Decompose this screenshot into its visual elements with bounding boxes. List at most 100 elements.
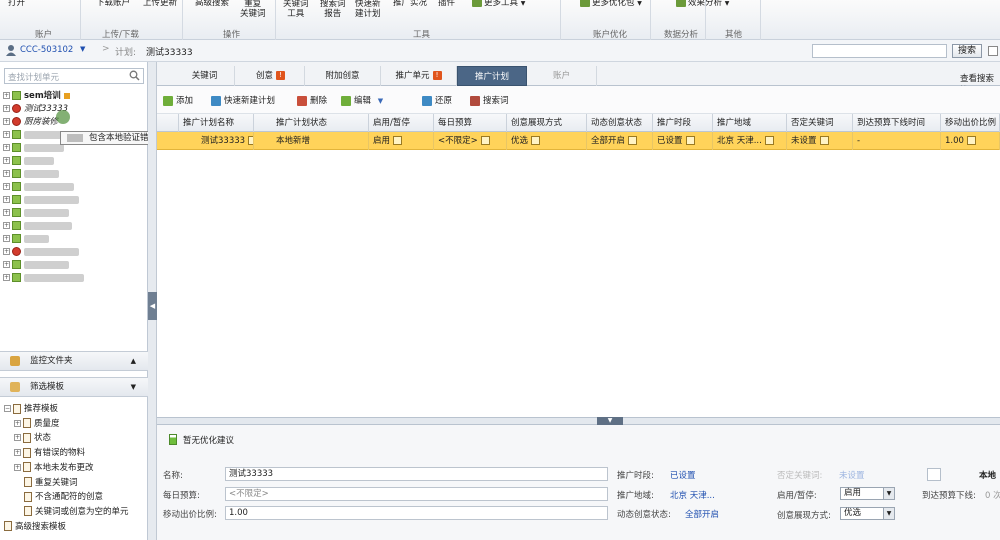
- expand-icon[interactable]: +: [3, 157, 10, 164]
- tree-item[interactable]: +: [3, 207, 69, 219]
- horizontal-splitter[interactable]: [157, 417, 1000, 425]
- column-header[interactable]: 推广地域: [713, 114, 787, 132]
- template-item[interactable]: 关键词或创意为空的单元: [24, 505, 129, 519]
- edit-dropdown-icon[interactable]: ▼: [378, 97, 383, 105]
- tree-item[interactable]: +: [3, 233, 49, 245]
- table-cell[interactable]: 优选: [507, 132, 587, 150]
- ribbon-button[interactable]: 搜索词 报告: [320, 0, 346, 19]
- ribbon-button[interactable]: 上传更新: [143, 0, 177, 8]
- tree-item[interactable]: +: [3, 259, 69, 271]
- expand-icon[interactable]: +: [14, 449, 21, 457]
- quick-new-plan-button[interactable]: 快速新建计划: [211, 94, 275, 106]
- template-item[interactable]: + 质量度: [14, 417, 60, 431]
- monitor-folder-header[interactable]: 监控文件夹 ▲: [0, 351, 148, 371]
- table-cell[interactable]: 本地新增: [272, 132, 369, 150]
- select-all-column[interactable]: [157, 114, 179, 132]
- filter-templates-header[interactable]: 筛选模板 ▼: [0, 377, 148, 397]
- expand-icon[interactable]: +: [3, 261, 10, 268]
- expand-icon[interactable]: +: [3, 248, 10, 255]
- table-cell[interactable]: <不限定>: [434, 132, 507, 150]
- search-words-button[interactable]: 搜索词: [470, 94, 509, 106]
- tab-item[interactable]: 创意!: [237, 66, 305, 86]
- template-item[interactable]: + 本地未发布更改: [14, 461, 94, 475]
- table-cell[interactable]: 未设置: [787, 132, 853, 150]
- table-row[interactable]: 测试33333 本地新增 启用 <不限定> 优选 全部开启 已设置 北京 天津... 未设置 - 1…: [157, 132, 1000, 150]
- tree-item[interactable]: +: [3, 272, 84, 284]
- global-search-button[interactable]: 搜索: [952, 44, 982, 58]
- ribbon-button[interactable]: 打开: [8, 0, 25, 8]
- expand-icon[interactable]: +: [3, 222, 10, 229]
- tree-item[interactable]: + 厨房装修: [3, 116, 58, 128]
- column-header[interactable]: 每日预算: [434, 114, 507, 132]
- global-search-input[interactable]: [812, 44, 947, 58]
- negative-keyword-value[interactable]: 未设置: [839, 469, 865, 481]
- column-header[interactable]: 动态创意状态: [587, 114, 653, 132]
- expand-icon[interactable]: +: [3, 144, 10, 151]
- tab-item[interactable]: 关键词: [175, 66, 235, 86]
- expand-icon[interactable]: +: [3, 131, 10, 138]
- expand-icon[interactable]: −: [4, 405, 11, 412]
- column-header[interactable]: 推广计划名称: [179, 114, 254, 132]
- ribbon-button[interactable]: 推广实况: [393, 0, 427, 8]
- expand-icon[interactable]: +: [3, 105, 10, 112]
- table-cell[interactable]: 北京 天津...: [713, 132, 787, 150]
- expand-icon[interactable]: +: [14, 434, 21, 442]
- ribbon-button[interactable]: 效果分析 ▼: [676, 0, 729, 9]
- column-header[interactable]: 推广时段: [653, 114, 713, 132]
- collapse-down-icon[interactable]: ▼: [597, 417, 623, 425]
- template-item[interactable]: − 推荐模板: [4, 402, 58, 416]
- column-header[interactable]: 移动出价比例: [941, 114, 1000, 132]
- expand-icon[interactable]: +: [3, 274, 10, 281]
- expand-icon[interactable]: +: [3, 170, 10, 177]
- tree-item[interactable]: +: [3, 181, 74, 193]
- ribbon-button[interactable]: 更多优化包 ▼: [580, 0, 642, 9]
- search-icon[interactable]: [129, 70, 140, 84]
- template-item[interactable]: 不含通配符的创意: [24, 490, 103, 504]
- ribbon-button[interactable]: 下载账户: [96, 0, 130, 8]
- edit-icon[interactable]: [764, 136, 774, 145]
- table-cell[interactable]: -: [853, 132, 941, 150]
- expand-icon[interactable]: +: [3, 209, 10, 216]
- delete-button[interactable]: 删除: [297, 94, 327, 106]
- ribbon-button[interactable]: 插件: [438, 0, 455, 8]
- expand-icon[interactable]: +: [14, 419, 21, 427]
- tree-item[interactable]: +: [3, 142, 64, 154]
- plan-search-input[interactable]: 查找计划单元: [4, 68, 144, 84]
- creative-style-select[interactable]: 优选 ▼: [840, 507, 895, 520]
- ribbon-button[interactable]: 更多工具 ▼: [472, 0, 525, 9]
- tree-item[interactable]: + sem培训: [3, 90, 70, 102]
- expand-icon[interactable]: +: [3, 118, 10, 125]
- ribbon-button[interactable]: 快速新 建计划: [355, 0, 381, 19]
- account-dropdown-icon[interactable]: ▼: [80, 45, 85, 53]
- budget-field[interactable]: <不限定>: [225, 487, 608, 501]
- time-value[interactable]: 已设置: [670, 469, 696, 481]
- name-field[interactable]: 测试33333: [225, 467, 608, 481]
- ribbon-button[interactable]: 重复 关键词: [240, 0, 266, 19]
- region-value[interactable]: 北京 天津...: [670, 489, 715, 501]
- edit-button[interactable]: 编辑 ▼: [341, 94, 383, 106]
- template-item[interactable]: 高级搜索模板: [4, 520, 66, 534]
- reach-budget-field[interactable]: [927, 468, 941, 481]
- add-button[interactable]: 添加: [163, 94, 193, 106]
- tab-item[interactable]: 推广单元!: [381, 66, 457, 86]
- column-header[interactable]: 创意展现方式: [507, 114, 587, 132]
- table-cell[interactable]: 已设置: [653, 132, 713, 150]
- collapse-left-icon[interactable]: ◀: [148, 292, 157, 320]
- table-cell[interactable]: 启用: [369, 132, 434, 150]
- restore-button[interactable]: 还原: [422, 94, 452, 106]
- expand-icon[interactable]: +: [3, 92, 10, 99]
- edit-icon[interactable]: [966, 136, 976, 145]
- column-header[interactable]: 到达预算下线时间: [853, 114, 941, 132]
- table-cell[interactable]: 全部开启: [587, 132, 653, 150]
- expand-icon[interactable]: +: [3, 235, 10, 242]
- expand-icon[interactable]: +: [14, 463, 21, 471]
- template-item[interactable]: 重复关键词: [24, 476, 78, 490]
- tree-item[interactable]: +: [3, 155, 54, 167]
- column-header[interactable]: 推广计划状态: [272, 114, 369, 132]
- search-option-checkbox[interactable]: [988, 46, 998, 56]
- edit-icon[interactable]: [685, 136, 695, 145]
- tab-item[interactable]: 账户: [527, 66, 597, 86]
- tab-item[interactable]: 附加创意: [305, 66, 381, 86]
- edit-icon[interactable]: [480, 136, 490, 145]
- tree-item[interactable]: +: [3, 246, 79, 258]
